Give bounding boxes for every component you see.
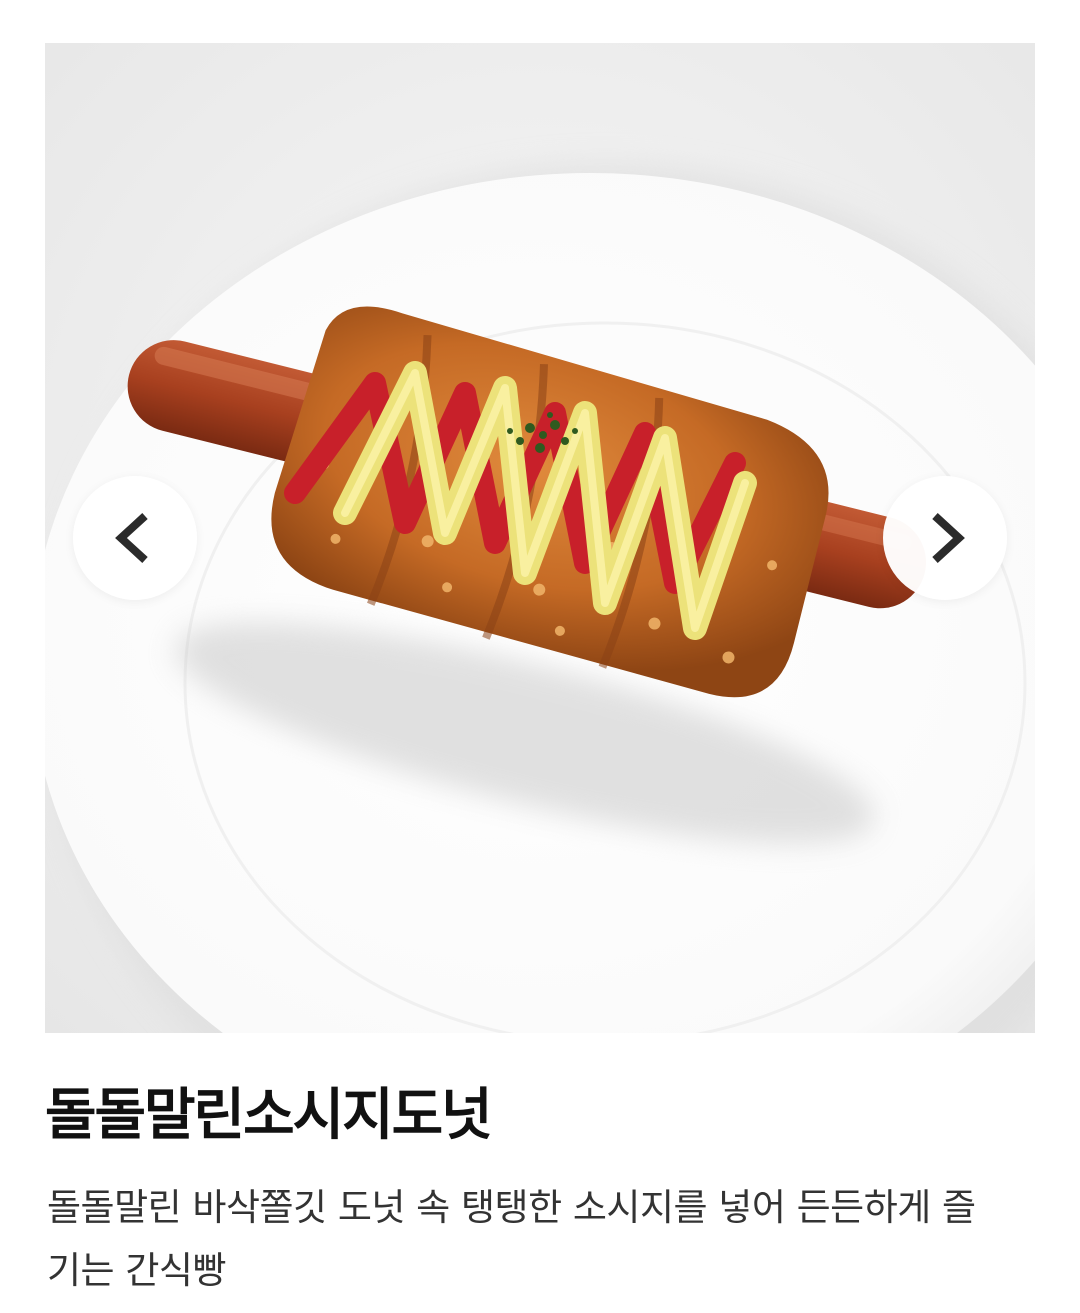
- product-image-carousel[interactable]: [45, 43, 1035, 1033]
- chevron-left-icon: [115, 513, 148, 563]
- product-detail-page: 돌돌말린소시지도넛 돌돌말린 바삭쫄깃 도넛 속 탱탱한 소시지를 넣어 든든하…: [0, 0, 1080, 1313]
- chevron-right-icon: [932, 513, 965, 563]
- product-title: 돌돌말린소시지도넛: [45, 1083, 493, 1148]
- product-description: 돌돌말린 바삭쫄깃 도넛 속 탱탱한 소시지를 넣어 든든하게 즐기는 간식빵: [47, 1186, 976, 1292]
- carousel-next-button[interactable]: [883, 476, 1007, 600]
- carousel-prev-button[interactable]: [73, 476, 197, 600]
